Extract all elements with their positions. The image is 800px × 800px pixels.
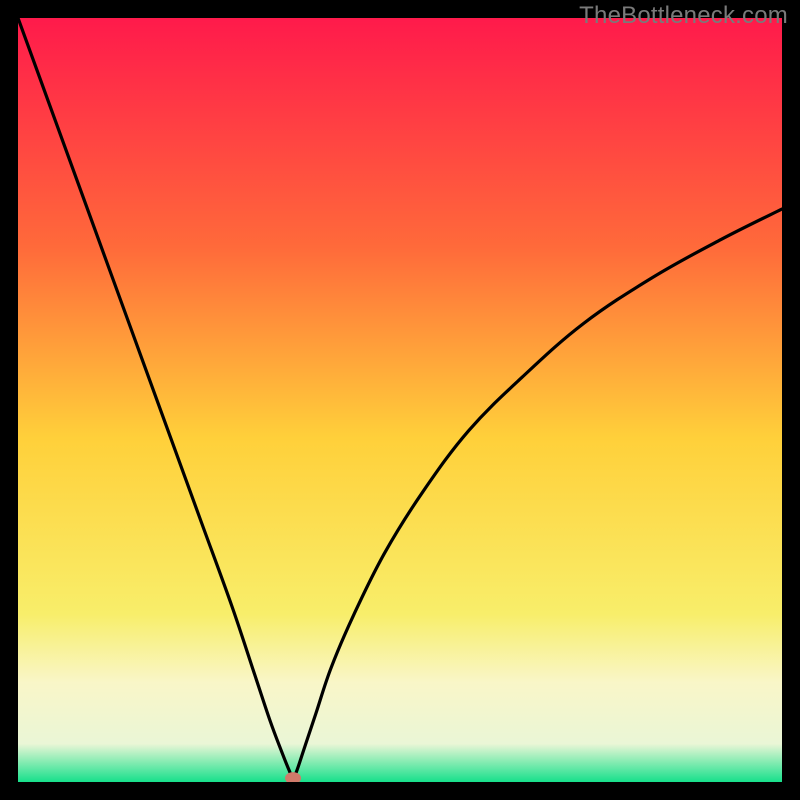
chart-frame xyxy=(18,18,782,782)
bottleneck-chart xyxy=(18,18,782,782)
gradient-background xyxy=(18,18,782,782)
watermark-text: TheBottleneck.com xyxy=(579,2,788,30)
